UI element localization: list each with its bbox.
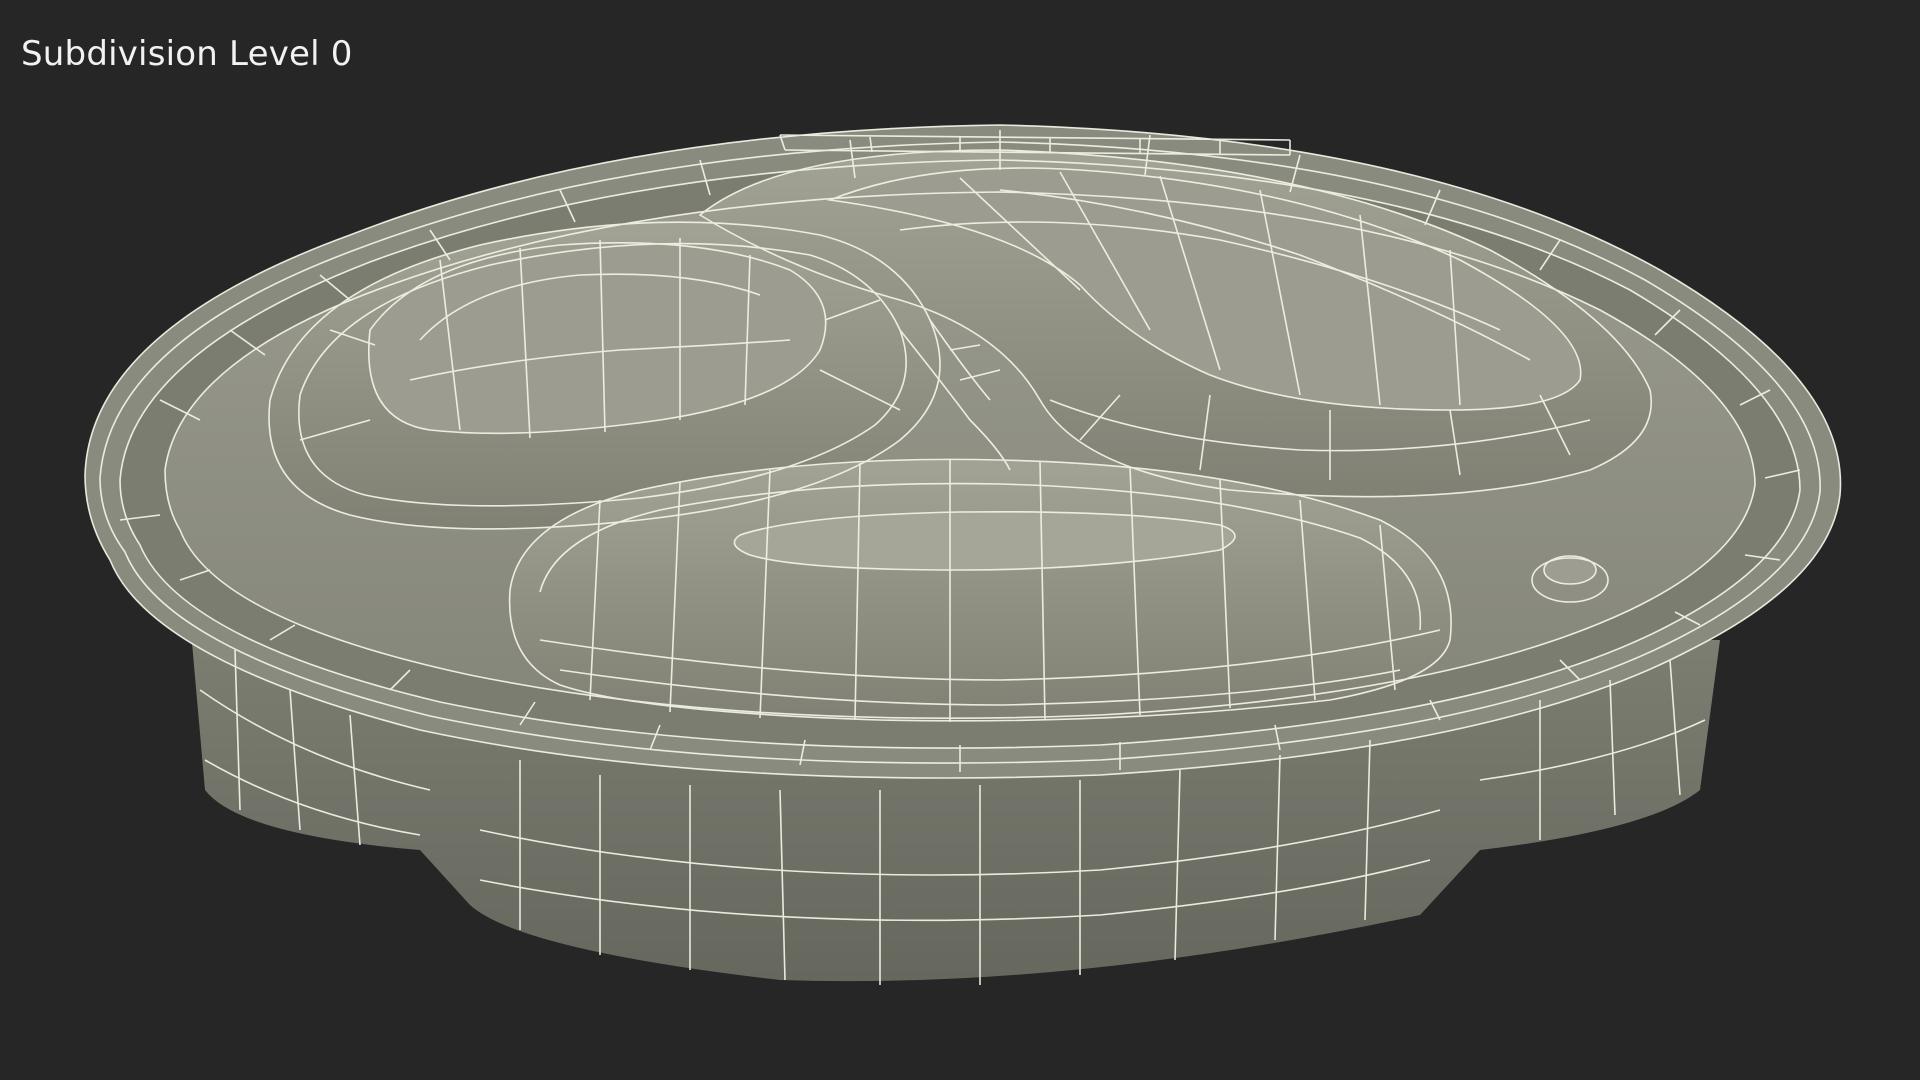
3d-viewport[interactable]: Subdivision Level 0 bbox=[0, 0, 1920, 1080]
wireframe-model-render bbox=[84, 124, 1842, 985]
